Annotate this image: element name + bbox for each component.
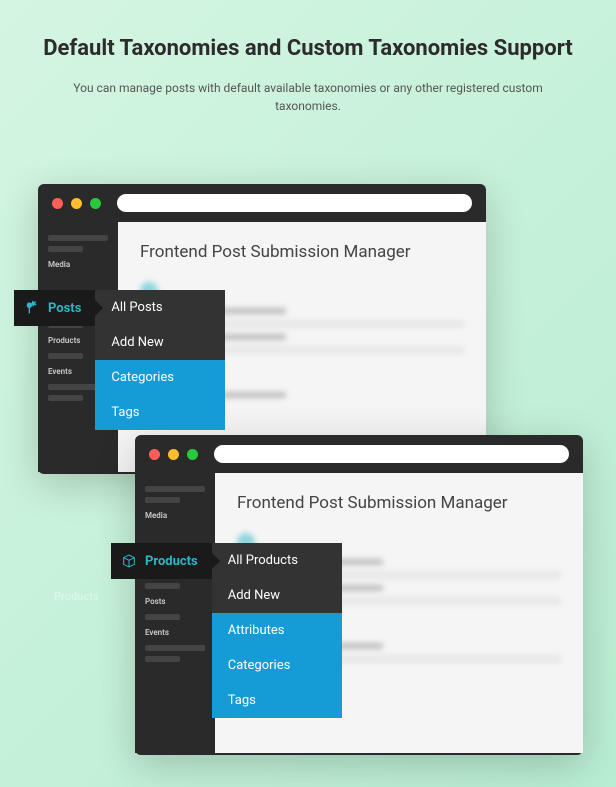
- minimize-icon[interactable]: [168, 449, 179, 460]
- sidebar-placeholder: [145, 486, 205, 492]
- menu-item-add-new[interactable]: Add New: [212, 578, 342, 613]
- menu-item-add-new[interactable]: Add New: [95, 325, 225, 360]
- menu-item-categories[interactable]: Categories: [95, 360, 225, 395]
- flyout-tab-label: Products: [145, 554, 198, 569]
- url-bar[interactable]: [117, 194, 472, 212]
- maximize-icon[interactable]: [90, 198, 101, 209]
- page-title: Default Taxonomies and Custom Taxonomies…: [40, 35, 576, 64]
- minimize-icon[interactable]: [71, 198, 82, 209]
- maximize-icon[interactable]: [187, 449, 198, 460]
- flyout-menu: All Products Add New Attributes Categori…: [212, 543, 342, 718]
- url-bar[interactable]: [214, 445, 569, 463]
- sidebar-item-media[interactable]: Media: [38, 257, 118, 272]
- menu-item-tags[interactable]: Tags: [212, 683, 342, 718]
- flyout-products: Products All Products Add New Attributes…: [111, 543, 342, 718]
- sidebar-placeholder: [48, 246, 83, 252]
- sidebar-placeholder: [48, 235, 108, 241]
- menu-item-tags[interactable]: Tags: [95, 395, 225, 430]
- titlebar: [135, 435, 583, 473]
- close-icon[interactable]: [52, 198, 63, 209]
- content-title: Frontend Post Submission Manager: [140, 242, 464, 262]
- menu-item-all-products[interactable]: All Products: [212, 543, 342, 578]
- menu-item-attributes[interactable]: Attributes: [212, 613, 342, 648]
- titlebar: [38, 184, 486, 222]
- menu-item-categories[interactable]: Categories: [212, 648, 342, 683]
- flyout-menu: All Posts Add New Categories Tags: [95, 290, 225, 430]
- header: Default Taxonomies and Custom Taxonomies…: [0, 0, 616, 135]
- flyout-posts: Posts All Posts Add New Categories Tags: [14, 290, 225, 430]
- pin-icon: [24, 300, 40, 316]
- ghost-label: Products: [54, 590, 99, 603]
- flyout-tab-label: Posts: [48, 301, 81, 316]
- menu-item-all-posts[interactable]: All Posts: [95, 290, 225, 325]
- close-icon[interactable]: [149, 449, 160, 460]
- box-icon: [121, 553, 137, 569]
- flyout-tab-posts[interactable]: Posts: [14, 290, 95, 326]
- sidebar-item-media[interactable]: Media: [135, 508, 215, 523]
- sidebar-placeholder: [145, 497, 180, 503]
- page-subtitle: You can manage posts with default availa…: [40, 79, 576, 115]
- content-title: Frontend Post Submission Manager: [237, 493, 561, 513]
- flyout-tab-products[interactable]: Products: [111, 543, 212, 579]
